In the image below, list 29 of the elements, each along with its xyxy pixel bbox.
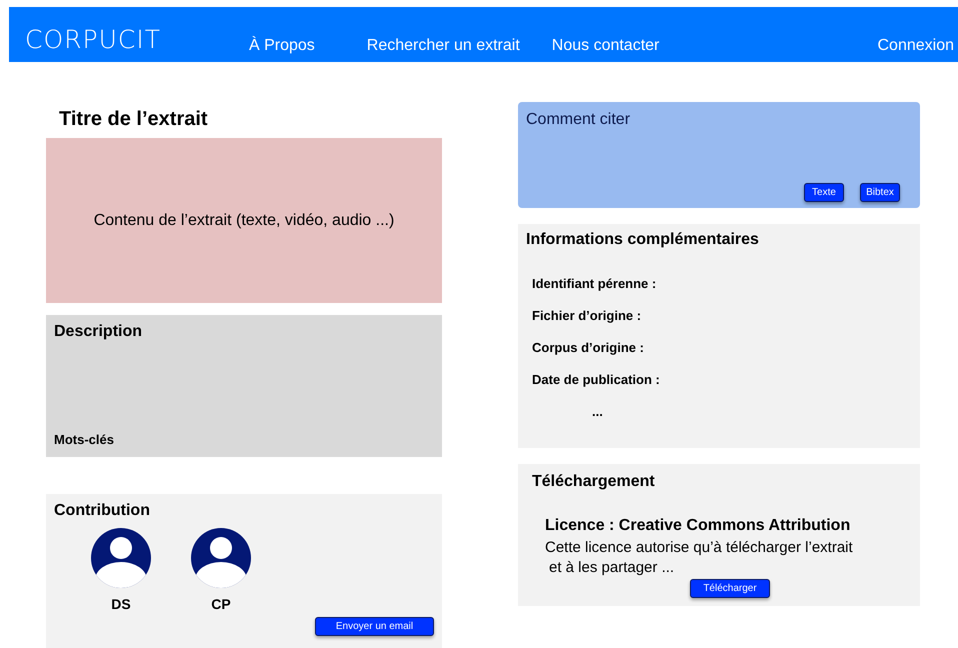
contributor-initials: CP (211, 595, 231, 614)
avatar-icon (189, 528, 253, 588)
field-label: Corpus d’origine : (532, 339, 645, 357)
field-label: Fichier d’origine : (532, 307, 642, 325)
contributor-initials: DS (111, 595, 131, 614)
login-link[interactable]: Connexion (878, 38, 954, 54)
license-text-line: Cette licence autorise qu’à télécharger l’extrait (545, 538, 854, 558)
avatar-icon (89, 528, 153, 588)
license-text-line: et à les partager ... (549, 558, 676, 577)
email-button[interactable]: Envoyer un email (315, 617, 434, 636)
download-button[interactable]: Télécharger (690, 579, 770, 598)
section-heading: Téléchargement (532, 472, 656, 492)
nav-link[interactable]: À Propos (248, 38, 315, 54)
section-heading: Informations complémentaires (526, 230, 760, 250)
section-heading: Contribution (54, 501, 151, 521)
citation-format-button[interactable]: Bibtex (860, 183, 900, 202)
keywords-label: Mots-clés (54, 430, 115, 448)
brand-logo[interactable]: CORPUCIT (25, 27, 161, 52)
content-placeholder-text: Contenu de l’extrait (texte, vidéo, audio ...) (94, 210, 394, 230)
field-label: Date de publication : (532, 371, 661, 389)
ellipsis-text: ... (592, 403, 604, 421)
citation-format-button[interactable]: Texte (804, 183, 844, 202)
license-title: Licence : Creative Commons Attribution (545, 516, 852, 536)
section-heading: Comment citer (526, 110, 632, 130)
field-label: Identifiant pérenne : (532, 275, 658, 293)
nav-link[interactable]: Rechercher un extrait (366, 38, 520, 54)
page-title: Titre de l’extrait (59, 108, 208, 130)
nav-link[interactable]: Nous contacter (552, 38, 660, 54)
section-heading: Description (54, 322, 144, 342)
